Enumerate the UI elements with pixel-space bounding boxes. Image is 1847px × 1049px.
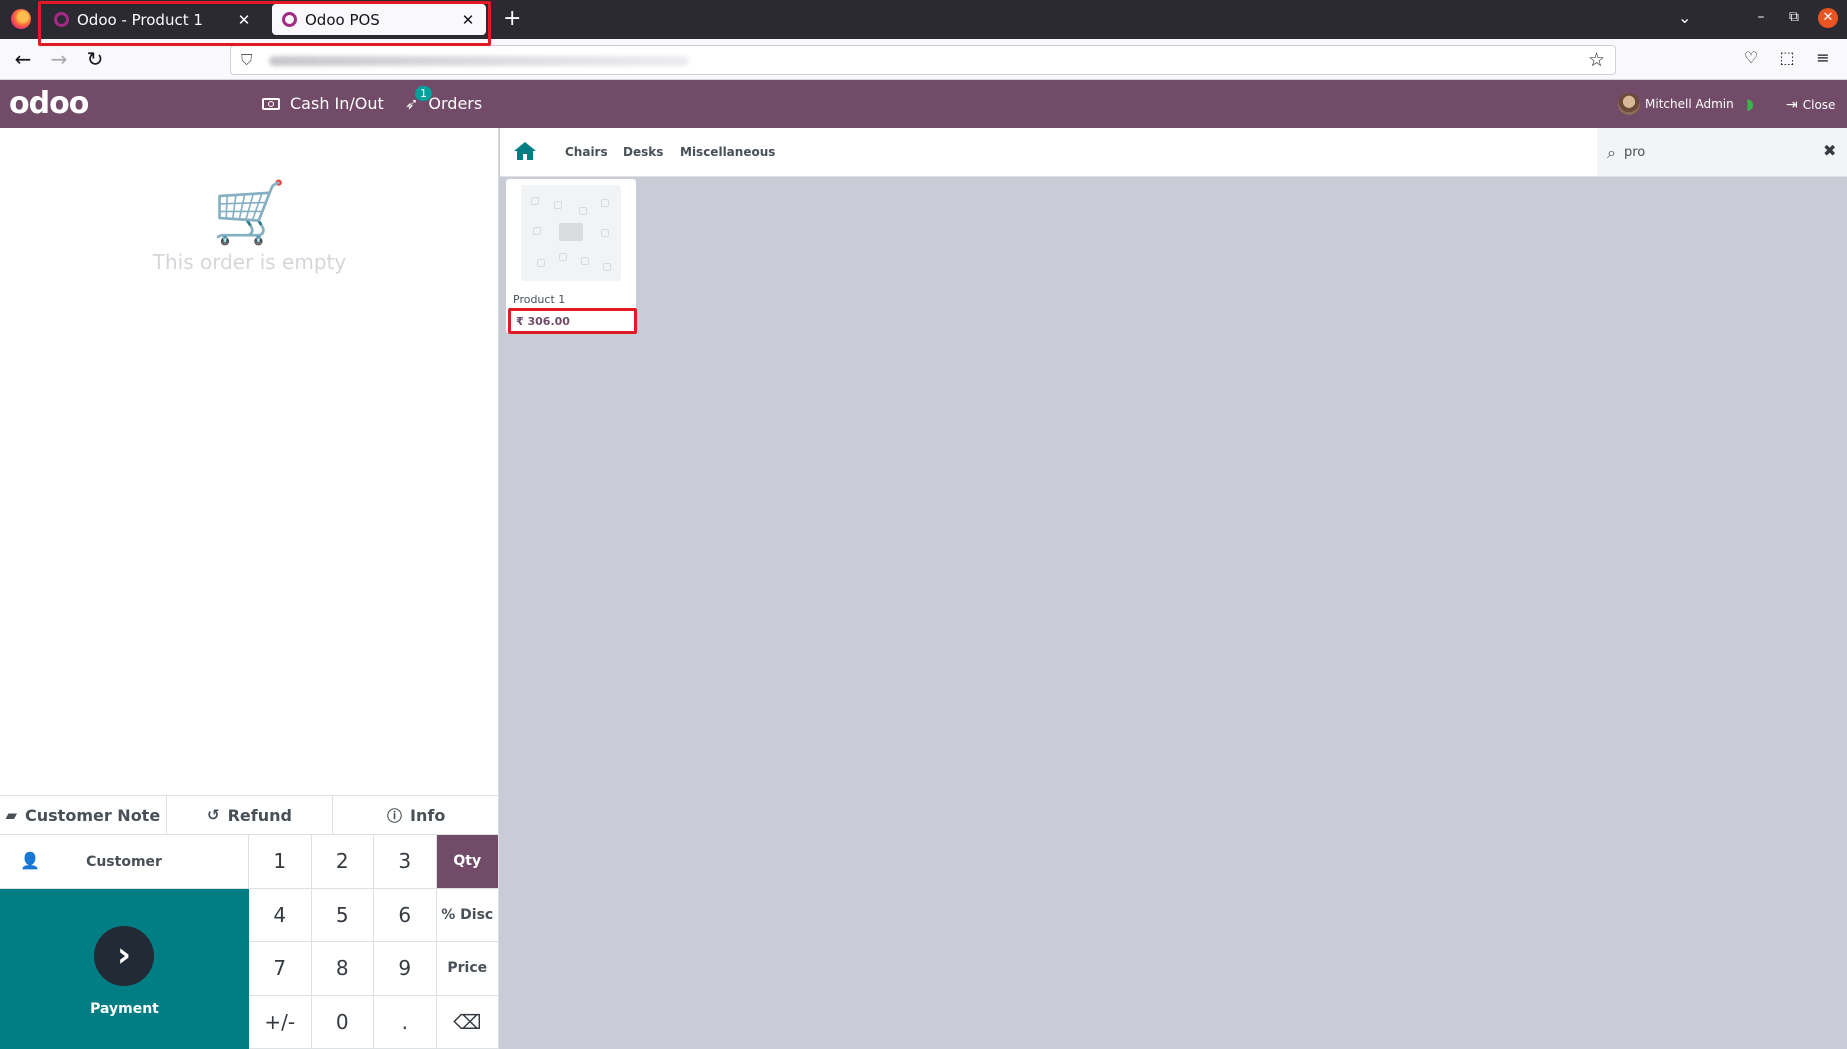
chevron-right-icon: ›: [94, 926, 154, 986]
product-name: Product 1: [513, 293, 566, 306]
numpad-keys: 1 2 3 Qty 4 5 6 % Disc 7 8 9 Price +/- 0…: [249, 835, 499, 1049]
home-icon[interactable]: [513, 141, 537, 161]
placeholder-shape: [601, 199, 609, 207]
shopping-cart-icon: 🛒: [212, 178, 287, 248]
category-bar: Chairs Desks Miscellaneous ⌕ ✖: [500, 128, 1847, 177]
numpad-key-9[interactable]: 9: [374, 942, 437, 996]
category-miscellaneous[interactable]: Miscellaneous: [680, 145, 775, 159]
placeholder-shape: [601, 229, 609, 237]
customer-note-label: Customer Note: [25, 805, 161, 825]
avatar[interactable]: [1618, 93, 1640, 115]
numpad-key-2[interactable]: 2: [311, 835, 374, 889]
numpad-area: 👤 Customer › Payment 1 2 3 Qty 4 5 6 % D…: [0, 835, 499, 1049]
info-label: Info: [410, 805, 446, 825]
empty-order-state: 🛒 This order is empty: [0, 178, 499, 274]
placeholder-shape: [579, 207, 587, 215]
wifi-icon: ◗: [1746, 95, 1754, 113]
payment-button[interactable]: › Payment: [0, 889, 249, 1049]
orders-icon: ➶ 1: [405, 86, 432, 113]
cash-in-out-label: Cash In/Out: [290, 94, 384, 113]
firefox-logo-icon[interactable]: [11, 9, 31, 29]
pocket-icon[interactable]: ♡: [1740, 48, 1762, 67]
mode-discount-button[interactable]: % Disc: [436, 888, 499, 942]
cash-in-out-button[interactable]: Cash In/Out: [262, 94, 384, 113]
product-card[interactable]: Product 1 ₹ 306.00: [506, 179, 637, 334]
numpad-key-4[interactable]: 4: [249, 888, 312, 942]
placeholder-shape: [559, 253, 567, 261]
sign-out-icon: ⇥: [1786, 97, 1798, 113]
numpad-key-plus-minus[interactable]: +/-: [249, 995, 312, 1049]
browser-tab-bar: Odoo - Product 1 ✕ Odoo POS ✕ + ⌄ – ⧉ ✕: [0, 0, 1847, 46]
products-panel: Chairs Desks Miscellaneous ⌕ ✖ Product 1…: [500, 128, 1847, 1049]
info-button[interactable]: ⓘ Info: [333, 796, 499, 834]
user-name[interactable]: Mitchell Admin: [1645, 97, 1734, 111]
info-icon: ⓘ: [387, 806, 403, 825]
note-icon: ▰: [5, 806, 18, 824]
numpad-key-1[interactable]: 1: [249, 835, 312, 889]
extensions-icon[interactable]: ⬚: [1776, 48, 1798, 67]
order-control-buttons: ▰ Customer Note ↺ Refund ⓘ Info: [0, 795, 499, 835]
new-tab-button[interactable]: +: [503, 6, 521, 31]
forward-arrow-icon[interactable]: →: [47, 47, 71, 71]
bookmark-star-icon[interactable]: ☆: [1588, 49, 1605, 71]
tabs-highlight-box: [38, 1, 491, 46]
product-image-placeholder: [521, 185, 621, 281]
odoo-logo: odoo: [9, 86, 89, 121]
reload-icon[interactable]: ↻: [83, 47, 107, 71]
numpad-key-6[interactable]: 6: [374, 888, 437, 942]
placeholder-shape: [537, 259, 545, 267]
close-pos-button[interactable]: ⇥ Close: [1786, 97, 1835, 113]
placeholder-shape: [531, 197, 539, 205]
order-panel: 🛒 This order is empty ▰ Customer Note ↺ …: [0, 128, 499, 1049]
url-bar[interactable]: ⛉ ☆: [230, 45, 1616, 75]
numpad-key-7[interactable]: 7: [249, 942, 312, 996]
numpad-key-5[interactable]: 5: [311, 888, 374, 942]
shield-icon[interactable]: ⛉: [241, 51, 252, 69]
placeholder-shape: [533, 227, 541, 235]
search-icon: ⌕: [1607, 143, 1616, 162]
placeholder-shape: [603, 263, 611, 271]
refund-label: Refund: [227, 805, 292, 825]
product-search[interactable]: ⌕ ✖: [1597, 128, 1847, 176]
back-arrow-icon[interactable]: ←: [11, 47, 35, 71]
window-minimize-button[interactable]: –: [1751, 9, 1771, 25]
cash-icon: [262, 97, 280, 110]
search-input[interactable]: [1624, 140, 1804, 164]
window-close-button[interactable]: ✕: [1818, 8, 1838, 28]
window-restore-button[interactable]: ⧉: [1784, 9, 1804, 25]
empty-order-text: This order is empty: [152, 250, 347, 274]
undo-icon: ↺: [207, 806, 220, 824]
payment-label: Payment: [90, 1001, 159, 1017]
clear-search-icon[interactable]: ✖: [1823, 141, 1836, 160]
category-desks[interactable]: Desks: [623, 145, 663, 159]
mode-price-button[interactable]: Price: [436, 942, 499, 996]
hamburger-menu-icon[interactable]: ≡: [1812, 48, 1834, 67]
tab-list-chevron-icon[interactable]: ⌄: [1678, 8, 1691, 27]
blurred-url: [269, 56, 689, 66]
numpad-key-decimal[interactable]: .: [374, 995, 437, 1049]
product-price: ₹ 306.00: [516, 315, 570, 328]
user-icon: 👤: [20, 851, 40, 870]
mode-qty-button[interactable]: Qty: [436, 835, 499, 889]
customer-button[interactable]: 👤 Customer: [0, 835, 249, 889]
placeholder-shape: [581, 257, 589, 265]
image-placeholder-icon: [559, 223, 583, 241]
numpad-key-8[interactable]: 8: [311, 942, 374, 996]
backspace-icon[interactable]: ⌫: [436, 995, 499, 1049]
placeholder-shape: [554, 201, 562, 209]
orders-button[interactable]: ➶ 1 Orders: [405, 86, 483, 113]
numpad-key-3[interactable]: 3: [374, 835, 437, 889]
refund-button[interactable]: ↺ Refund: [167, 796, 334, 834]
category-chairs[interactable]: Chairs: [565, 145, 608, 159]
close-label: Close: [1802, 98, 1836, 112]
customer-note-button[interactable]: ▰ Customer Note: [0, 796, 167, 834]
orders-count-badge: 1: [415, 86, 432, 101]
numpad-key-0[interactable]: 0: [311, 995, 374, 1049]
pos-header: odoo Cash In/Out ➶ 1 Orders Mitchell Adm…: [0, 80, 1847, 128]
orders-label: Orders: [428, 94, 483, 113]
